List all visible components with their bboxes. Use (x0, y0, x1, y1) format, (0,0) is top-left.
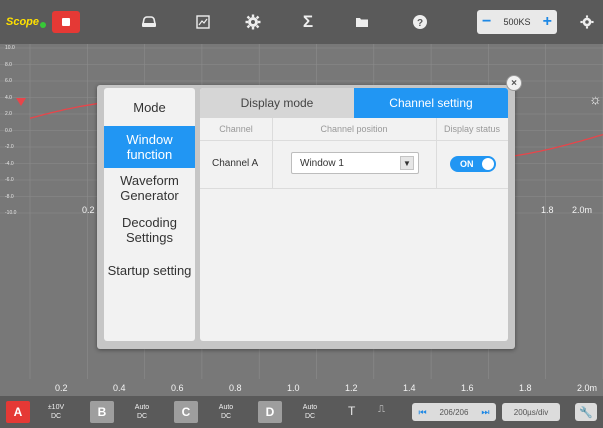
column-header-position: Channel position (320, 124, 388, 134)
x-tick-label: 1.4 (403, 383, 416, 393)
channel-a-button[interactable]: A (6, 401, 30, 423)
stop-icon (62, 18, 70, 26)
menu-item-label: Window function (126, 132, 173, 162)
menu-item-mode[interactable]: Mode (104, 88, 195, 126)
folder-icon[interactable] (352, 12, 372, 32)
y-tick-label: 10.0 (5, 45, 15, 51)
x-tick-label: 0.2 (55, 383, 68, 393)
channel-b-range: Auto DC (134, 404, 150, 420)
menu-item-label: Startup setting (107, 262, 192, 278)
trigger-marker[interactable] (16, 98, 26, 106)
channel-d-range: Auto DC (302, 404, 318, 420)
table-divider (200, 140, 508, 141)
chevron-down-icon: ▼ (400, 156, 414, 170)
menu-item-label: Mode (133, 99, 166, 115)
timebase-control[interactable]: 200µs/div (502, 403, 560, 421)
x-tick-label: 0.8 (229, 383, 242, 393)
svg-text:?: ? (417, 18, 423, 29)
y-tick-label: 0.0 (5, 127, 12, 134)
menu-item-window-function[interactable]: Window function (104, 126, 195, 168)
x-tick-label: 1.6 (461, 383, 474, 393)
sample-rate-control[interactable]: − 500KS + (477, 10, 557, 34)
channel-name: Channel A (212, 158, 259, 169)
column-header-status: Display status (443, 124, 501, 134)
frame-navigator[interactable]: ⏮ 206/206 ⏭ (412, 403, 496, 421)
inner-x-tick: 0.2 (82, 205, 95, 215)
close-dialog-button[interactable]: × (506, 75, 522, 91)
table-divider (200, 188, 508, 189)
scope-status-dot (40, 21, 47, 28)
last-frame-icon[interactable]: ⏭ (481, 407, 489, 418)
car-icon[interactable] (139, 12, 159, 32)
x-tick-label: 1.8 (519, 383, 532, 393)
first-frame-icon[interactable]: ⏮ (418, 407, 426, 418)
sigma-icon[interactable]: Σ (298, 12, 318, 32)
y-tick-label: -2.0 (5, 144, 14, 150)
display-status-toggle[interactable]: ON (450, 156, 496, 172)
channel-position-value: Window 1 (300, 157, 344, 169)
frame-count: 206/206 (439, 407, 469, 417)
scope-logo: Scope (0, 0, 48, 44)
sample-rate-value: 500KS (503, 17, 531, 27)
inner-x-tick: 2.0m (572, 205, 593, 215)
toggle-knob (482, 158, 494, 170)
y-tick-label: 4.0 (5, 94, 12, 101)
tab-display-mode[interactable]: Display mode (200, 88, 354, 118)
trigger-icon[interactable]: T (348, 404, 355, 418)
stop-button[interactable] (52, 11, 80, 33)
x-tick-label: 0.4 (113, 383, 126, 393)
channel-c-range: Auto DC (218, 404, 234, 420)
channel-c-button[interactable]: C (174, 401, 198, 423)
wrench-icon[interactable]: 🔧 (575, 403, 597, 421)
pulse-icon[interactable]: ⎍ (378, 404, 385, 415)
channel-b-button[interactable]: B (90, 401, 114, 423)
channel-d-button[interactable]: D (258, 401, 282, 423)
rate-decrease-button[interactable]: − (482, 14, 491, 30)
settings-icon[interactable] (577, 12, 597, 32)
scope-logo-text: Scope (6, 16, 40, 28)
menu-item-startup-setting[interactable]: Startup setting (104, 252, 195, 288)
dialog-content: Display mode Channel setting Channel Cha… (200, 88, 508, 341)
dialog-side-menu: Mode Window function Waveform Generator … (104, 88, 195, 341)
table-divider (272, 118, 273, 188)
x-tick-label: 0.6 (171, 383, 184, 393)
display-status-label: ON (460, 159, 474, 169)
y-tick-label: -10.0 (5, 210, 17, 216)
x-tick-label: 1.0 (287, 383, 300, 393)
bottom-bar: A ±10V DC B Auto DC C Auto DC D Auto DC … (0, 396, 603, 428)
report-icon[interactable] (193, 12, 213, 32)
table-divider (436, 118, 437, 188)
brightness-icon[interactable]: ☼ (589, 91, 602, 107)
x-tick-label: 2.0m (577, 383, 598, 393)
y-tick-label: 8.0 (5, 61, 12, 68)
menu-item-waveform-generator[interactable]: Waveform Generator (104, 168, 195, 208)
menu-item-label: Decoding Settings (122, 215, 177, 245)
tab-channel-setting[interactable]: Channel setting (354, 88, 508, 118)
y-tick-label: 2.0 (5, 111, 12, 117)
column-header-channel: Channel (219, 124, 253, 134)
channel-a-range: ±10V DC (47, 404, 65, 420)
menu-item-label: Waveform Generator (120, 173, 179, 203)
y-tick-label: -6.0 (5, 177, 14, 183)
rate-increase-button[interactable]: + (543, 14, 552, 30)
help-icon[interactable]: ? (410, 12, 430, 32)
x-tick-label: 1.2 (345, 383, 358, 393)
menu-item-decoding-settings[interactable]: Decoding Settings (104, 208, 195, 252)
y-tick-label: 6.0 (5, 78, 12, 84)
gear-icon[interactable] (243, 12, 263, 32)
y-tick-label: -4.0 (5, 160, 14, 167)
channel-position-select[interactable]: Window 1 ▼ (291, 152, 419, 174)
y-tick-label: -8.0 (5, 193, 14, 200)
inner-x-tick: 1.8 (541, 205, 554, 215)
